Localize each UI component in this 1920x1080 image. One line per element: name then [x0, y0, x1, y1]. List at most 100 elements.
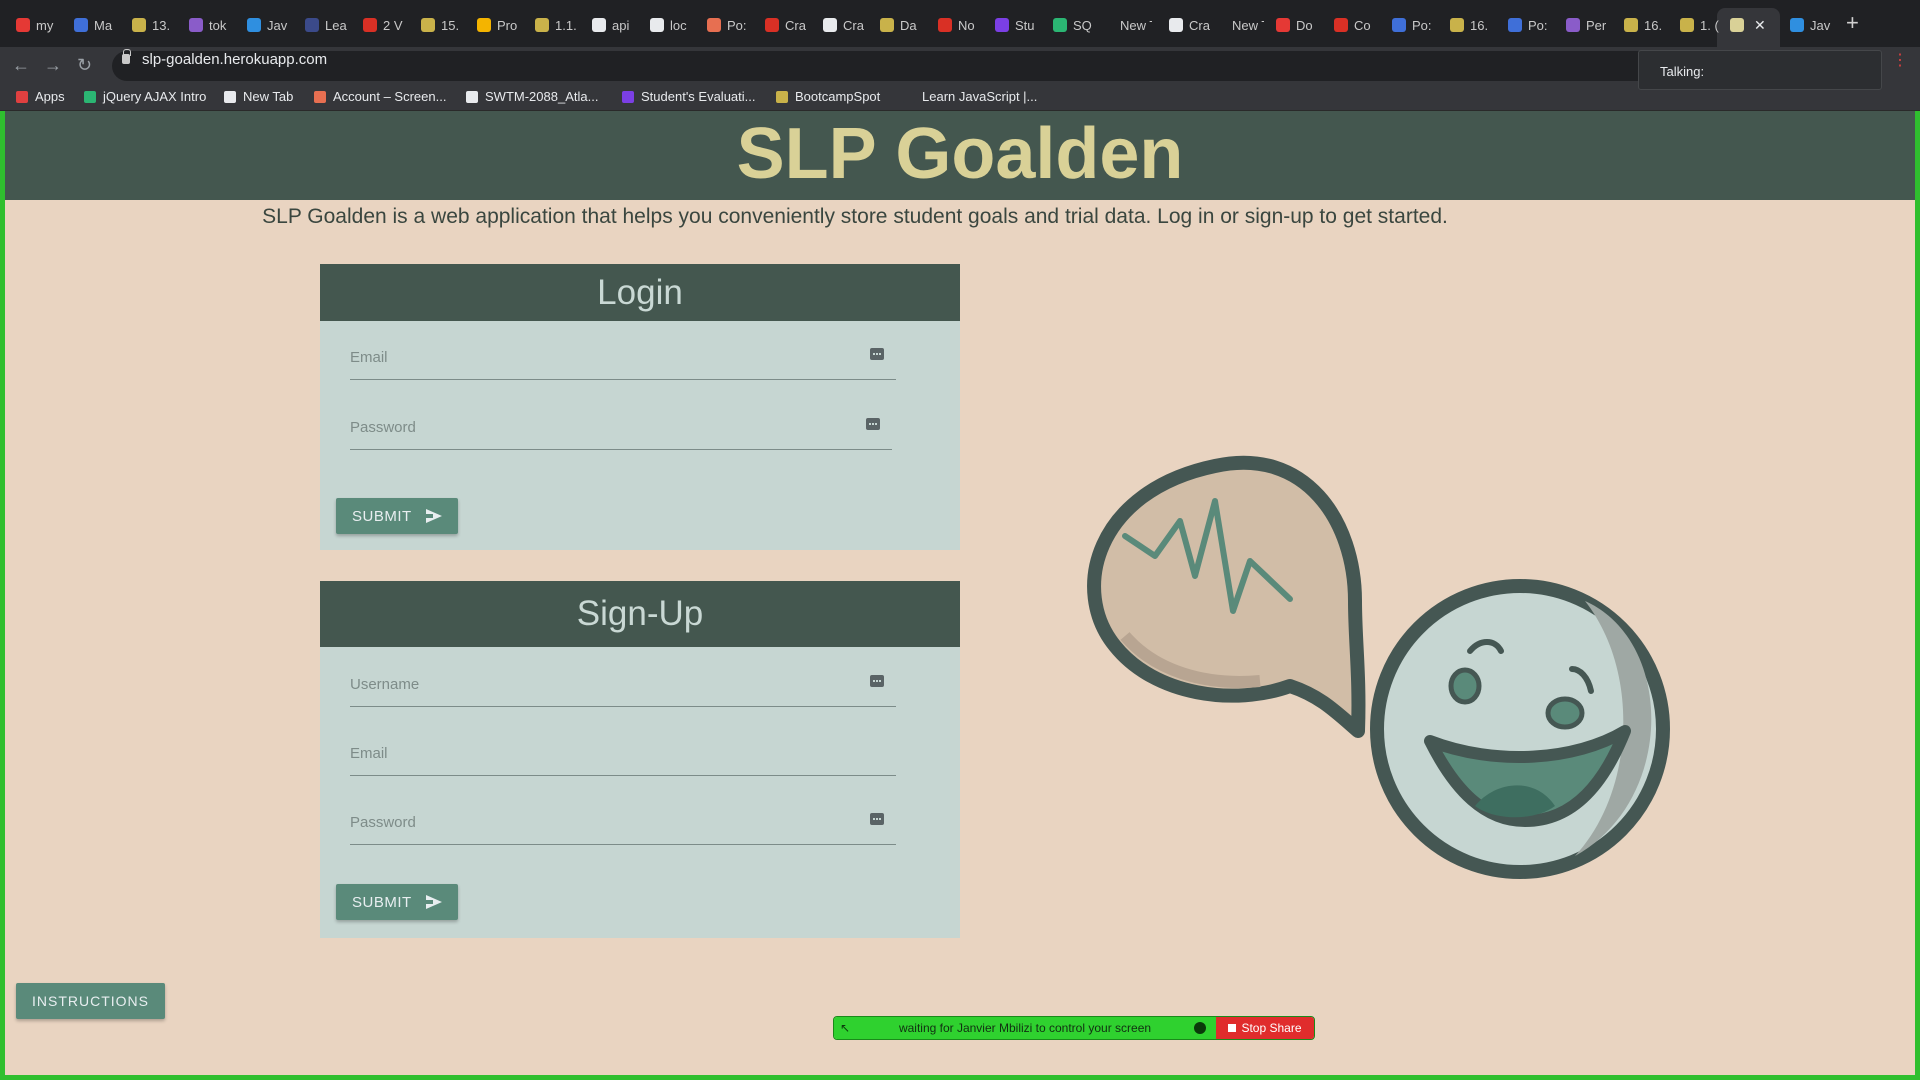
stop-share-button[interactable]: Stop Share — [1216, 1017, 1314, 1039]
tab-favicon-icon — [1276, 18, 1290, 32]
login-password-field[interactable]: Password — [350, 414, 892, 450]
signup-email-field[interactable]: Email — [350, 740, 896, 776]
browser-tab[interactable]: Po: — [707, 12, 759, 38]
bookmark-icon — [224, 90, 236, 103]
signup-password-label: Password — [350, 814, 416, 831]
login-submit-button[interactable]: SUBMIT — [336, 498, 458, 534]
signup-username-label: Username — [350, 676, 420, 693]
tab-label: 1. ( — [1700, 17, 1719, 33]
browser-tab[interactable]: 15. — [421, 12, 473, 38]
back-arrow-icon[interactable]: ← — [12, 55, 30, 75]
tab-label: Po: — [1528, 17, 1548, 33]
browser-menu-icon[interactable]: ⋮ — [1892, 50, 1908, 70]
tab-favicon-icon — [535, 18, 549, 32]
browser-tab[interactable]: New Ta — [1212, 12, 1264, 38]
autofill-icon[interactable] — [866, 418, 880, 430]
bookmark-item[interactable]: jQuery AJAX Intro — [84, 89, 206, 104]
forward-arrow-icon[interactable]: → — [44, 55, 62, 75]
bookmark-item[interactable]: New Tab — [224, 89, 293, 104]
bookmark-item[interactable]: SWTM-2088_Atla... — [466, 89, 598, 104]
tab-favicon-icon — [189, 18, 203, 32]
browser-tab[interactable]: Cra — [765, 12, 817, 38]
bookmark-icon — [84, 90, 96, 103]
browser-tab[interactable]: 16. — [1450, 12, 1502, 38]
tab-favicon-icon — [765, 18, 779, 32]
new-tab-button[interactable]: + — [1846, 12, 1859, 34]
browser-tab[interactable]: 2 V — [363, 12, 415, 38]
reload-icon[interactable]: ↻ — [77, 55, 92, 75]
browser-tab[interactable]: 13. — [132, 12, 184, 38]
tab-label: Da — [900, 17, 917, 33]
bookmark-label: Student's Evaluati... — [641, 89, 756, 104]
tab-strip: my Ma 13. tok Jav Lea 2 V 15. Pro 1.1. api loc Po: Cr… — [0, 0, 1920, 47]
speech-bubble-icon — [1087, 455, 1366, 738]
signup-card: Sign-Up Username Email Password SUBMIT — [320, 581, 960, 938]
browser-tab[interactable]: SQ — [1053, 12, 1105, 38]
tab-label: Cra — [785, 17, 806, 33]
send-icon — [425, 895, 442, 909]
tab-label: 13. — [152, 17, 171, 33]
tab-favicon-icon — [1392, 18, 1406, 32]
bookmark-item[interactable]: Account – Screen... — [314, 89, 446, 104]
tab-label: Cra — [1189, 17, 1210, 33]
autofill-icon[interactable] — [870, 675, 884, 687]
tab-label: 15. — [441, 17, 460, 33]
close-tab-icon[interactable]: ✕ — [1754, 12, 1766, 38]
smiley-face-icon — [1370, 579, 1670, 879]
shield-icon — [1194, 1022, 1206, 1034]
browser-tab[interactable]: 16. — [1624, 12, 1676, 38]
browser-tab[interactable]: New Ta — [1100, 12, 1152, 38]
tab-label: Ma — [94, 17, 113, 33]
browser-tab[interactable]: Jav — [1790, 12, 1842, 38]
bookmark-label: Apps — [35, 89, 65, 104]
browser-tab[interactable]: 1.1. — [535, 12, 587, 38]
browser-tab[interactable]: my — [16, 12, 68, 38]
signup-submit-label: SUBMIT — [352, 893, 412, 911]
browser-tab[interactable]: Po: — [1508, 12, 1560, 38]
autofill-icon[interactable] — [870, 813, 884, 825]
stop-icon — [1228, 1024, 1237, 1032]
browser-tab[interactable]: api — [592, 12, 644, 38]
browser-tab[interactable]: Pro — [477, 12, 529, 38]
bookmark-item[interactable]: Learn JavaScript |... — [903, 89, 1037, 104]
browser-tab[interactable]: Lea — [305, 12, 357, 38]
tab-label: my — [36, 17, 54, 33]
browser-tab[interactable]: loc — [650, 12, 702, 38]
screen-share-bar: ↖ waiting for Janvier Mbilizi to control… — [833, 1016, 1315, 1040]
tab-label: 16. — [1470, 17, 1489, 33]
url-text[interactable]: slp-goalden.herokuapp.com — [142, 51, 327, 68]
tab-favicon-icon — [1624, 18, 1638, 32]
page-content: SLP Goalden SLP Goalden is a web applica… — [5, 111, 1915, 1075]
instructions-button[interactable]: INSTRUCTIONS — [16, 983, 165, 1019]
tab-favicon-icon — [16, 18, 30, 32]
browser-tab[interactable]: 1. ( — [1680, 12, 1732, 38]
browser-tab[interactable]: Do — [1276, 12, 1328, 38]
browser-tab[interactable]: Po: — [1392, 12, 1444, 38]
browser-tab[interactable]: Stu — [995, 12, 1047, 38]
browser-tab[interactable]: Jav — [247, 12, 299, 38]
bookmark-label: Account – Screen... — [333, 89, 447, 104]
bookmark-item[interactable]: Student's Evaluati... — [622, 89, 756, 104]
login-email-field[interactable]: Email — [350, 344, 896, 380]
tab-favicon-icon — [1212, 18, 1226, 32]
bookmark-item[interactable]: Apps — [16, 89, 65, 104]
bookmark-item[interactable]: BootcampSpot — [776, 89, 880, 104]
signup-username-field[interactable]: Username — [350, 671, 896, 707]
browser-tab[interactable]: No — [938, 12, 990, 38]
page-tagline: SLP Goalden is a web application that he… — [262, 205, 1448, 228]
browser-tab[interactable]: tok — [189, 12, 241, 38]
signup-submit-button[interactable]: SUBMIT — [336, 884, 458, 920]
browser-tab[interactable]: Ma — [74, 12, 126, 38]
login-card: Login Email Password SUBMIT — [320, 264, 960, 550]
address-bar[interactable] — [112, 51, 1812, 81]
autofill-icon[interactable] — [870, 348, 884, 360]
bookmark-label: SWTM-2088_Atla... — [485, 89, 599, 104]
browser-tab[interactable]: Da — [880, 12, 932, 38]
browser-tab[interactable]: Cra — [823, 12, 875, 38]
bookmark-label: jQuery AJAX Intro — [103, 89, 207, 104]
tab-favicon-icon — [477, 18, 491, 32]
browser-tab[interactable]: Per — [1566, 12, 1618, 38]
signup-email-label: Email — [350, 745, 388, 762]
signup-password-field[interactable]: Password — [350, 809, 896, 845]
browser-tab[interactable]: Co — [1334, 12, 1386, 38]
